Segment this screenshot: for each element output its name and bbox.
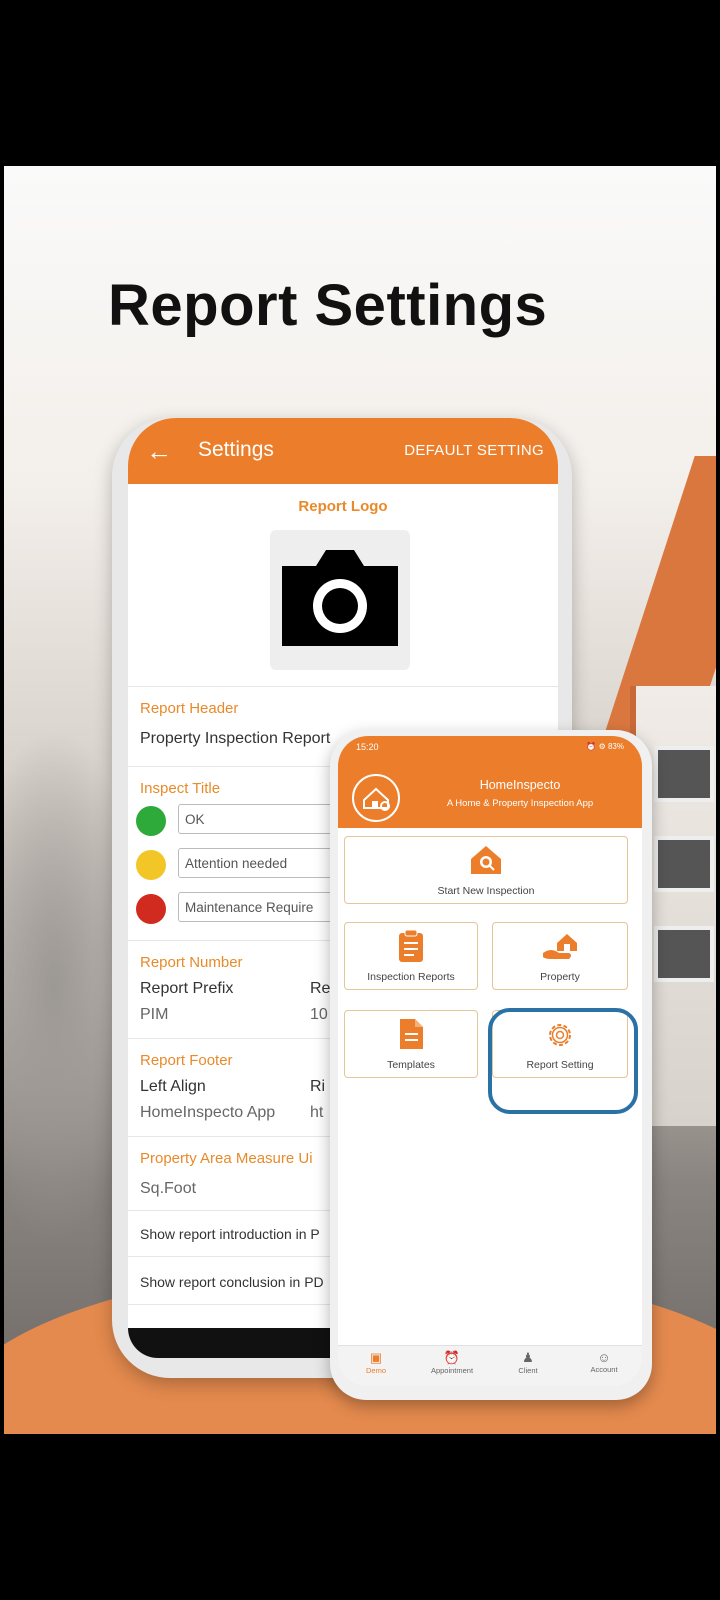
report-prefix-label: Report Prefix [140, 980, 234, 997]
report-number-col2-field[interactable]: 10 [310, 1006, 328, 1024]
client-icon: ♟ [522, 1350, 534, 1365]
tile-label: Start New Inspection [437, 885, 535, 897]
nav-label: Demo [365, 1366, 386, 1375]
home-phone: 15:20 ⏰ ⚙ 83% HomeInspecto A Home & Prop… [330, 730, 652, 1400]
status-icons: ⏰ ⚙ 83% [586, 742, 624, 751]
home-header: 15:20 ⏰ ⚙ 83% HomeInspecto A Home & Prop… [338, 736, 642, 828]
left-align-label: Left Align [140, 1078, 206, 1095]
right-align-label: Ri [310, 1078, 326, 1095]
nav-label: Client [518, 1366, 538, 1375]
divider [128, 686, 558, 687]
templates-tile[interactable]: Templates [344, 1010, 478, 1078]
intro-toggle-label[interactable]: Show report introduction in P [140, 1226, 320, 1242]
report-header-field[interactable]: Property Inspection Report [140, 730, 330, 748]
app-name: HomeInspecto [479, 778, 561, 792]
nav-demo[interactable]: ▣ Demo [338, 1350, 414, 1375]
camera-icon [282, 550, 398, 646]
settings-title: Settings [198, 438, 274, 461]
house-window [654, 746, 714, 802]
area-measure-label: Property Area Measure Ui [140, 1150, 313, 1167]
alarm-clock-icon: ⏰ [443, 1350, 461, 1365]
nav-label: Appointment [430, 1366, 474, 1375]
nav-account[interactable]: ☺ Account [566, 1350, 642, 1374]
report-number-label: Report Number [140, 954, 243, 971]
house-window [654, 926, 714, 982]
clipboard-icon [399, 929, 423, 962]
report-header-label: Report Header [140, 700, 239, 717]
left-align-field[interactable]: HomeInspecto App [140, 1104, 275, 1122]
highlight-ring [488, 1008, 638, 1114]
ok-color-dot[interactable] [136, 806, 166, 836]
right-align-field[interactable]: ht [310, 1104, 323, 1122]
tile-label: Templates [387, 1059, 435, 1071]
demo-icon: ▣ [369, 1350, 383, 1365]
report-footer-label: Report Footer [140, 1052, 233, 1069]
house-window [654, 836, 714, 892]
nav-label: Account [590, 1365, 618, 1374]
bottom-nav: ▣ Demo ⏰ Appointment ♟ Client ☺ Account [338, 1345, 642, 1386]
report-number-col2-label: Re [310, 980, 331, 997]
area-measure-field[interactable]: Sq.Foot [140, 1180, 196, 1198]
report-prefix-field[interactable]: PIM [140, 1006, 168, 1024]
property-tile[interactable]: Property [492, 922, 628, 990]
start-new-inspection-tile[interactable]: Start New Inspection [344, 836, 628, 904]
tile-label: Property [540, 971, 580, 983]
page-heading: Report Settings [108, 273, 548, 338]
tile-label: Inspection Reports [367, 971, 455, 983]
user-icon: ☺ [597, 1350, 611, 1365]
hand-house-icon [543, 934, 577, 959]
document-icon [400, 1019, 423, 1049]
nav-client[interactable]: ♟ Client [490, 1350, 566, 1375]
inspection-reports-tile[interactable]: Inspection Reports [344, 922, 478, 990]
default-setting-button[interactable]: DEFAULT SETTING [404, 442, 544, 459]
home-screen: 15:20 ⏰ ⚙ 83% HomeInspecto A Home & Prop… [338, 736, 642, 1386]
attention-color-dot[interactable] [136, 850, 166, 880]
report-logo-picker[interactable] [270, 530, 410, 670]
house-search-icon [471, 846, 501, 874]
inspect-title-label: Inspect Title [140, 780, 221, 797]
status-time: 15:20 [356, 742, 379, 752]
settings-top-bar: ← Settings DEFAULT SETTING [128, 418, 558, 484]
report-logo-label: Report Logo [298, 498, 388, 515]
conclusion-toggle-label[interactable]: Show report conclusion in PD [140, 1274, 324, 1290]
maintenance-color-dot[interactable] [136, 894, 166, 924]
app-tagline: A Home & Property Inspection App [446, 798, 594, 809]
nav-appointment[interactable]: ⏰ Appointment [414, 1350, 490, 1375]
arrow-left-icon[interactable]: ← [146, 436, 172, 467]
app-logo [352, 774, 400, 822]
house-logo-icon [363, 787, 390, 811]
